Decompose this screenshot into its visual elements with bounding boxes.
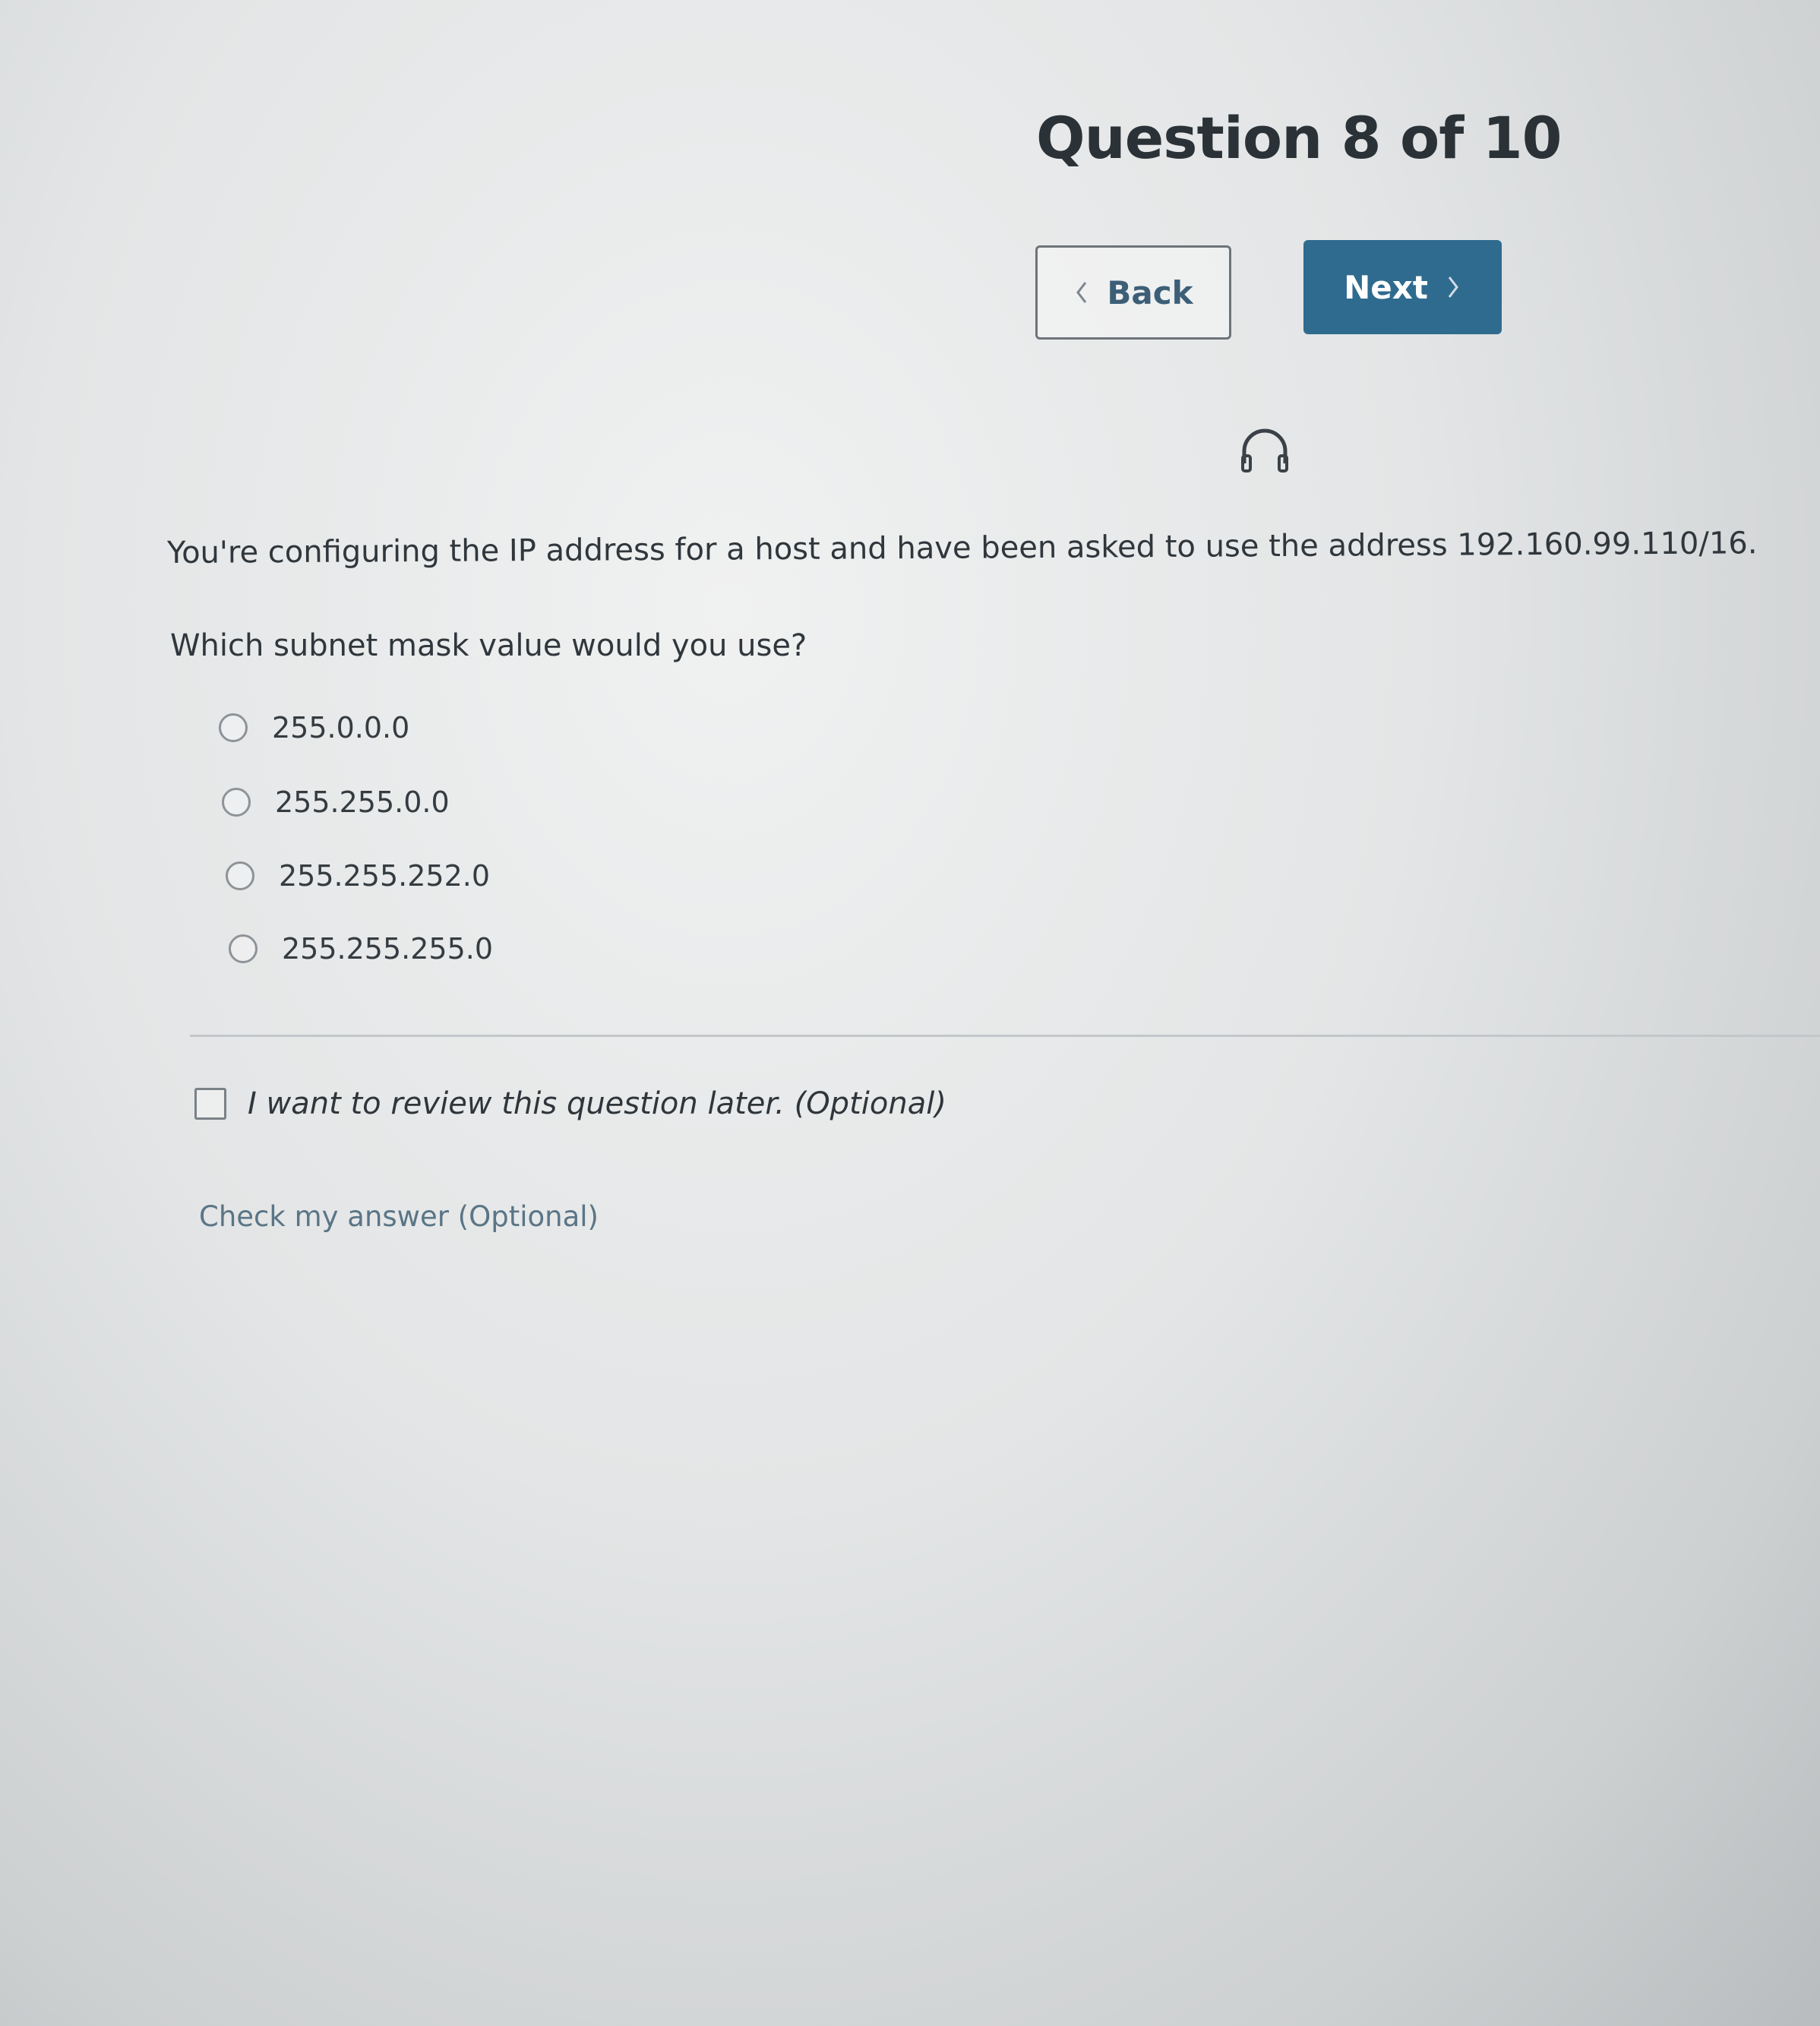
review-label: I want to review this question later. (O…: [248, 1086, 946, 1121]
radio-button[interactable]: [226, 861, 254, 890]
check-answer-link[interactable]: Check my answer (Optional): [199, 1200, 599, 1233]
radio-button[interactable]: [219, 713, 248, 742]
back-button-label: Back: [1107, 273, 1193, 311]
page-title: Question 8 of 10: [1036, 104, 1562, 172]
headphones-icon[interactable]: [1238, 425, 1291, 476]
section-divider: [190, 1035, 1820, 1037]
question-text: You're configuring the IP address for a …: [166, 526, 1758, 571]
answer-option[interactable]: 255.255.0.0: [222, 785, 450, 819]
radio-button[interactable]: [222, 788, 251, 817]
option-label: 255.255.0.0: [275, 785, 450, 819]
answer-option[interactable]: 255.0.0.0: [219, 711, 409, 744]
question-prompt: Which subnet mask value would you use?: [170, 628, 807, 663]
back-button[interactable]: Back: [1035, 245, 1231, 340]
option-label: 255.0.0.0: [272, 711, 410, 744]
option-label: 255.255.252.0: [279, 859, 491, 893]
chevron-right-icon: [1448, 277, 1458, 298]
radio-button[interactable]: [229, 934, 258, 963]
review-checkbox[interactable]: [194, 1088, 226, 1120]
chevron-left-icon: [1076, 282, 1087, 303]
review-later-toggle[interactable]: I want to review this question later. (O…: [194, 1086, 946, 1121]
option-label: 255.255.255.0: [282, 932, 494, 966]
next-button[interactable]: Next: [1303, 240, 1502, 334]
answer-option[interactable]: 255.255.252.0: [226, 859, 490, 893]
answer-option[interactable]: 255.255.255.0: [229, 932, 493, 966]
next-button-label: Next: [1344, 268, 1428, 306]
